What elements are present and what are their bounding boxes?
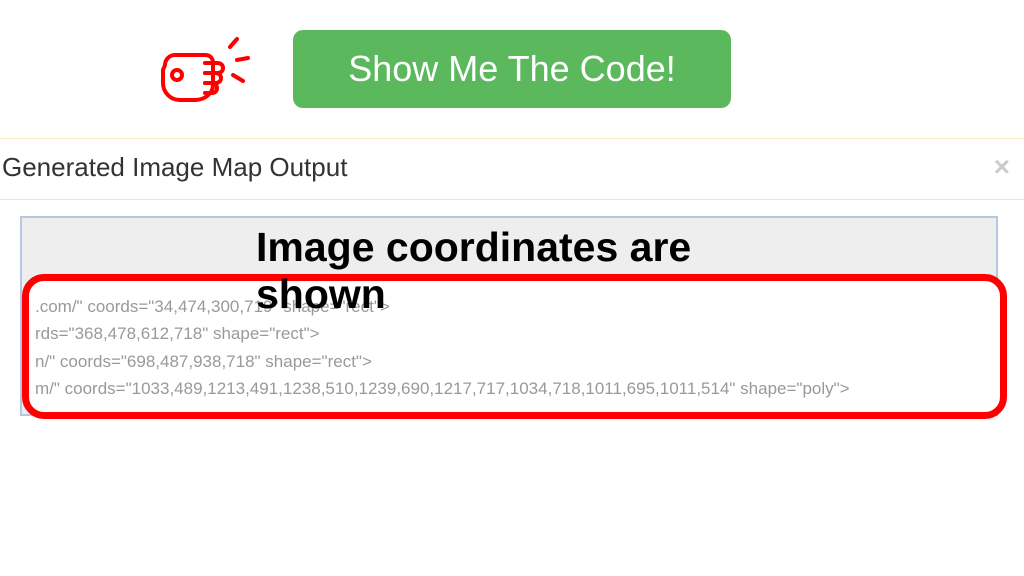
modal-header: Generated Image Map Output × — [0, 138, 1024, 200]
modal-title: Generated Image Map Output — [2, 152, 347, 183]
show-code-button[interactable]: Show Me The Code! — [293, 30, 731, 108]
annotation-heading: Image coordinates are shown — [256, 224, 768, 318]
top-button-section: Show Me The Code! — [0, 0, 1024, 138]
pointing-hand-icon — [155, 35, 250, 110]
code-line: rds="368,478,612,718" shape="rect"> — [35, 320, 990, 347]
output-container: Image coordinates are shown .com/" coord… — [0, 200, 1024, 416]
close-icon[interactable]: × — [994, 151, 1016, 183]
code-line: m/" coords="1033,489,1213,491,1238,510,1… — [35, 375, 990, 402]
code-line: n/" coords="698,487,938,718" shape="rect… — [35, 348, 990, 375]
